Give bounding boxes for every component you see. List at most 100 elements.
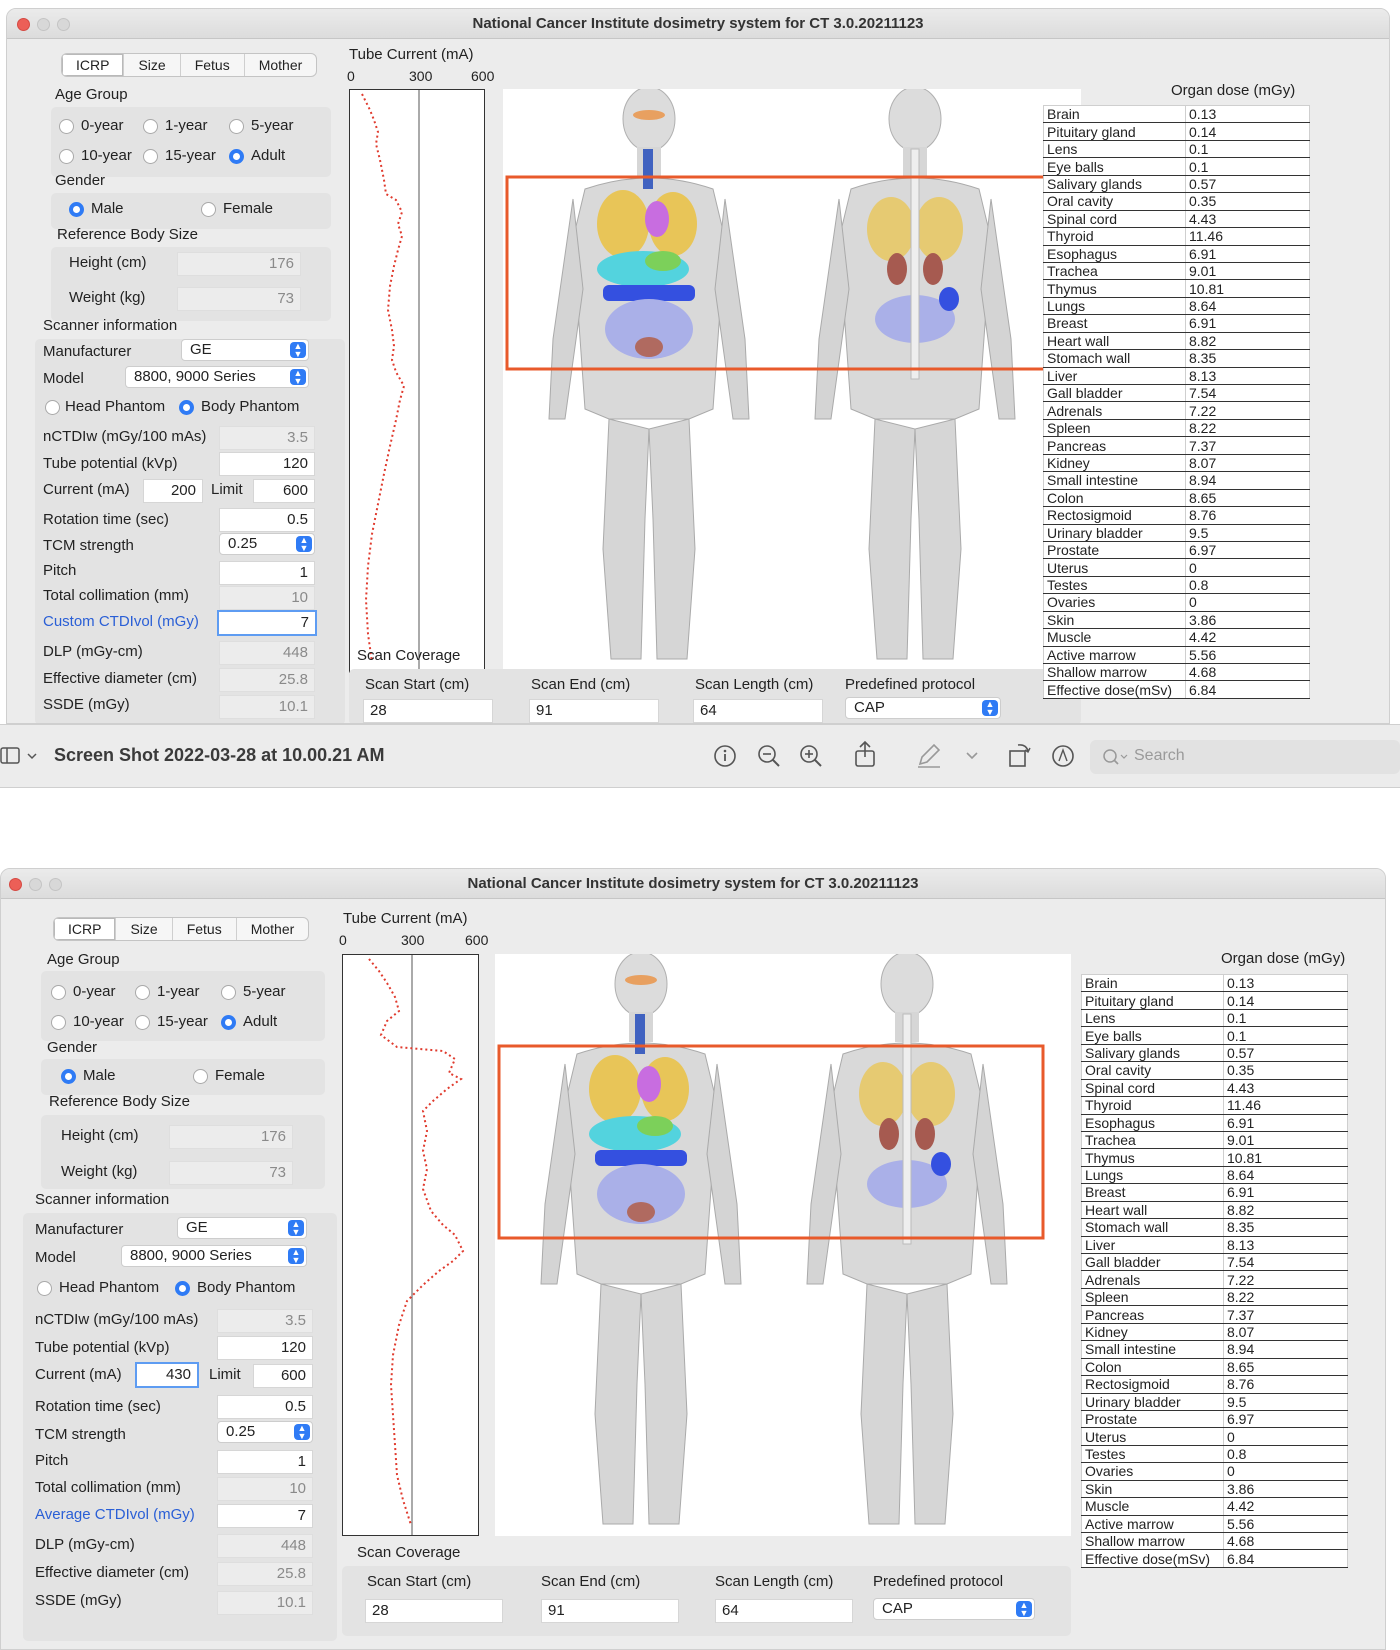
zoom-window-button[interactable] xyxy=(57,18,70,31)
info-icon[interactable] xyxy=(712,743,738,769)
tab-size[interactable]: Size xyxy=(116,918,173,940)
scan-end-field[interactable]: 91 xyxy=(541,1599,679,1623)
organ-name-cell: Oral cavity xyxy=(1043,192,1186,211)
organ-dose-cell: 11.46 xyxy=(1223,1096,1348,1115)
radio-age-adult[interactable] xyxy=(229,149,244,164)
radio-head-phantom[interactable] xyxy=(45,400,60,415)
annotate-icon[interactable] xyxy=(1050,743,1076,769)
chevron-down-icon[interactable] xyxy=(964,747,980,763)
pitch-field[interactable]: 1 xyxy=(217,1450,313,1474)
radio-age-0[interactable] xyxy=(51,985,66,1000)
organ-dose-cell: 10.81 xyxy=(1185,279,1310,298)
organ-name-cell: Pancreas xyxy=(1043,436,1186,455)
radio-male[interactable] xyxy=(61,1069,76,1084)
radio-age-10[interactable] xyxy=(51,1015,66,1030)
radio-age-10[interactable] xyxy=(59,149,74,164)
radio-age-15[interactable] xyxy=(143,149,158,164)
organ-dose-cell: 0.35 xyxy=(1223,1061,1348,1080)
manufacturer-select[interactable]: GE ▲ ▼ xyxy=(181,339,309,361)
sidebar-toggle-icon[interactable] xyxy=(0,745,40,767)
phantom-tabs: ICRP Size Fetus Mother xyxy=(61,53,318,77)
kvp-field[interactable]: 120 xyxy=(219,452,315,476)
radio-head-phantom[interactable] xyxy=(37,1281,52,1296)
rotation-field[interactable]: 0.5 xyxy=(219,508,315,532)
share-icon[interactable] xyxy=(852,740,878,768)
organ-name-cell: Prostate xyxy=(1043,540,1186,560)
current-field[interactable]: 200 xyxy=(143,479,203,503)
average-ctdi-field[interactable]: 7 xyxy=(217,1504,313,1528)
radio-age-5[interactable] xyxy=(221,985,236,1000)
minimize-window-button[interactable] xyxy=(37,18,50,31)
organ-dose-cell: 4.42 xyxy=(1185,628,1310,647)
radio-age-1[interactable] xyxy=(135,985,150,1000)
search-field[interactable]: Search xyxy=(1090,740,1400,774)
minimize-window-button[interactable] xyxy=(29,878,42,891)
markup-pen-icon[interactable] xyxy=(916,742,942,768)
tube-current-label: Tube Current (mA) xyxy=(343,910,468,927)
radio-age-1[interactable] xyxy=(143,119,158,134)
custom-ctdi-field[interactable]: 7 xyxy=(217,610,317,636)
female-label: Female xyxy=(223,200,274,217)
search-placeholder: Search xyxy=(1134,747,1185,764)
scan-length-field[interactable]: 64 xyxy=(715,1599,853,1623)
organ-dose-cell: 4.68 xyxy=(1185,662,1310,682)
manufacturer-select[interactable]: GE ▲ ▼ xyxy=(177,1217,307,1239)
close-window-button[interactable] xyxy=(9,878,22,891)
rotation-field[interactable]: 0.5 xyxy=(217,1395,313,1419)
pitch-label: Pitch xyxy=(35,1452,69,1469)
scan-length-field[interactable]: 64 xyxy=(693,699,823,723)
organ-dose-row: Lungs 8.64 xyxy=(1081,1165,1348,1185)
organ-dose-cell: 3.86 xyxy=(1185,610,1310,630)
nctdi-field: 3.5 xyxy=(219,426,315,450)
tab-fetus[interactable]: Fetus xyxy=(181,54,245,76)
organ-dose-cell: 8.22 xyxy=(1185,418,1310,438)
zoom-window-button[interactable] xyxy=(49,878,62,891)
pitch-field[interactable]: 1 xyxy=(219,561,315,585)
radio-age-15[interactable] xyxy=(135,1015,150,1030)
tcm-select[interactable]: 0.25 ▲ ▼ xyxy=(219,533,315,555)
tcm-select[interactable]: 0.25 ▲ ▼ xyxy=(217,1421,313,1443)
model-select[interactable]: 8800, 9000 Series ▲ ▼ xyxy=(125,366,309,388)
organ-dose-cell: 0.1 xyxy=(1223,1026,1348,1045)
scan-start-field[interactable]: 28 xyxy=(363,699,493,723)
model-select[interactable]: 8800, 9000 Series ▲ ▼ xyxy=(121,1245,307,1267)
radio-age-adult[interactable] xyxy=(221,1015,236,1030)
tab-fetus[interactable]: Fetus xyxy=(173,918,237,940)
current-label: Current (mA) xyxy=(35,1366,122,1383)
scan-end-field[interactable]: 91 xyxy=(529,699,659,723)
zoom-out-icon[interactable] xyxy=(756,743,782,769)
tab-mother[interactable]: Mother xyxy=(245,54,317,76)
radio-body-phantom[interactable] xyxy=(175,1281,190,1296)
limit-field[interactable]: 600 xyxy=(253,479,315,503)
rotate-icon[interactable] xyxy=(1006,741,1032,769)
scan-start-field[interactable]: 28 xyxy=(365,1599,503,1623)
nctdi-field: 3.5 xyxy=(217,1309,313,1333)
radio-age-5[interactable] xyxy=(229,119,244,134)
current-field[interactable]: 430 xyxy=(135,1362,199,1388)
organ-dose-cell: 8.65 xyxy=(1223,1357,1348,1377)
radio-male[interactable] xyxy=(69,202,84,217)
zoom-in-icon[interactable] xyxy=(798,743,824,769)
radio-body-phantom[interactable] xyxy=(179,400,194,415)
limit-field[interactable]: 600 xyxy=(253,1364,313,1388)
kvp-field[interactable]: 120 xyxy=(217,1336,313,1360)
model-label: Model xyxy=(43,370,84,387)
organ-dose-cell: 6.84 xyxy=(1185,680,1310,699)
radio-female[interactable] xyxy=(201,202,216,217)
organ-dose-row: Colon 8.65 xyxy=(1043,488,1310,508)
organ-dose-row: Effective dose(mSv) 6.84 xyxy=(1081,1549,1348,1568)
tab-icrp[interactable]: ICRP xyxy=(54,918,117,940)
tab-icrp[interactable]: ICRP xyxy=(62,54,125,76)
radio-female[interactable] xyxy=(193,1069,208,1084)
tab-mother[interactable]: Mother xyxy=(237,918,309,940)
organ-name-cell: Pancreas xyxy=(1081,1305,1224,1324)
protocol-select[interactable]: CAP ▲ ▼ xyxy=(845,697,1001,719)
tick-600: 600 xyxy=(471,68,495,84)
close-window-button[interactable] xyxy=(17,18,30,31)
organ-dose-row: Esophagus 6.91 xyxy=(1081,1113,1348,1132)
organ-dose-row: Colon 8.65 xyxy=(1081,1357,1348,1377)
model-value: 8800, 9000 Series xyxy=(130,1247,252,1264)
protocol-select[interactable]: CAP ▲ ▼ xyxy=(873,1598,1035,1620)
tab-size[interactable]: Size xyxy=(124,54,181,76)
radio-age-0[interactable] xyxy=(59,119,74,134)
